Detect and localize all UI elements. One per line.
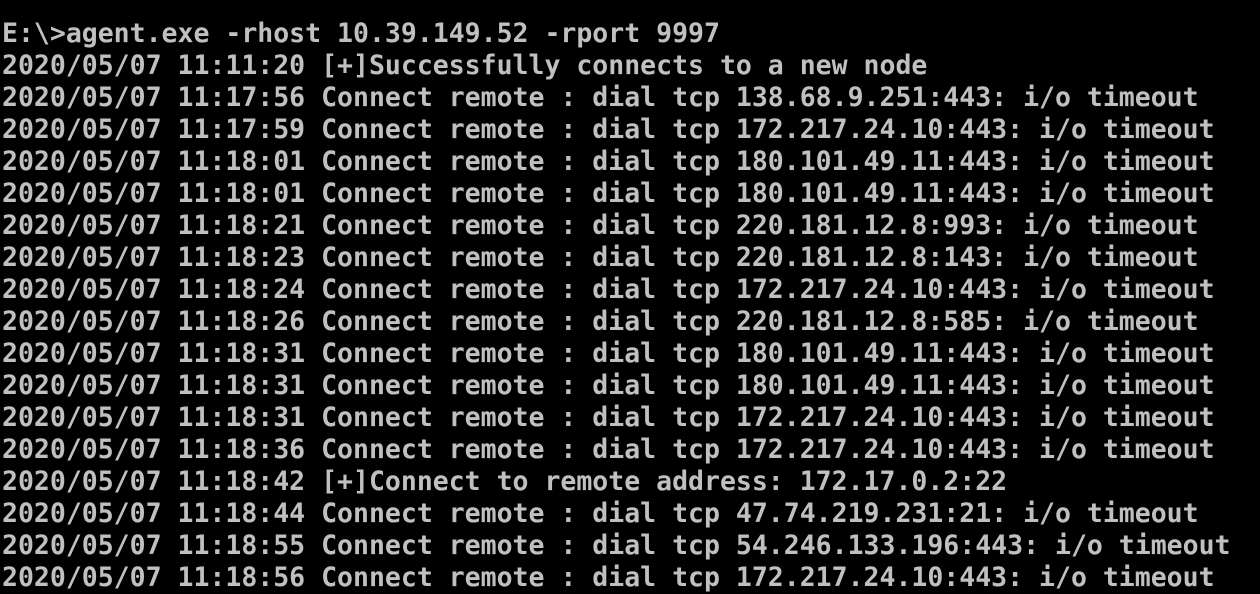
log-line: 2020/05/07 11:18:31 Connect remote : dia… bbox=[2, 370, 1215, 401]
console-window[interactable]: E:\>agent.exe -rhost 10.39.149.52 -rport… bbox=[0, 0, 1260, 594]
log-line: 2020/05/07 11:18:56 Connect remote : dia… bbox=[2, 562, 1215, 593]
command-line: E:\>agent.exe -rhost 10.39.149.52 -rport… bbox=[2, 18, 720, 49]
console-output[interactable]: E:\>agent.exe -rhost 10.39.149.52 -rport… bbox=[2, 18, 1231, 594]
log-line: 2020/05/07 11:18:23 Connect remote : dia… bbox=[2, 242, 1199, 273]
log-line: 2020/05/07 11:18:24 Connect remote : dia… bbox=[2, 274, 1215, 305]
log-line: 2020/05/07 11:18:55 Connect remote : dia… bbox=[2, 530, 1231, 561]
log-line: 2020/05/07 11:18:31 Connect remote : dia… bbox=[2, 402, 1215, 433]
log-line: 2020/05/07 11:18:26 Connect remote : dia… bbox=[2, 306, 1199, 337]
log-line: 2020/05/07 11:18:01 Connect remote : dia… bbox=[2, 178, 1215, 209]
log-line: 2020/05/07 11:17:56 Connect remote : dia… bbox=[2, 82, 1199, 113]
log-line: 2020/05/07 11:17:59 Connect remote : dia… bbox=[2, 114, 1215, 145]
log-line: 2020/05/07 11:18:44 Connect remote : dia… bbox=[2, 498, 1199, 529]
log-line: 2020/05/07 11:18:42 [+]Connect to remote… bbox=[2, 466, 1008, 497]
log-line: 2020/05/07 11:18:01 Connect remote : dia… bbox=[2, 146, 1215, 177]
log-line: 2020/05/07 11:18:36 Connect remote : dia… bbox=[2, 434, 1215, 465]
log-line: 2020/05/07 11:18:31 Connect remote : dia… bbox=[2, 338, 1215, 369]
log-line: 2020/05/07 11:18:21 Connect remote : dia… bbox=[2, 210, 1199, 241]
log-line: 2020/05/07 11:11:20 [+]Successfully conn… bbox=[2, 50, 928, 81]
